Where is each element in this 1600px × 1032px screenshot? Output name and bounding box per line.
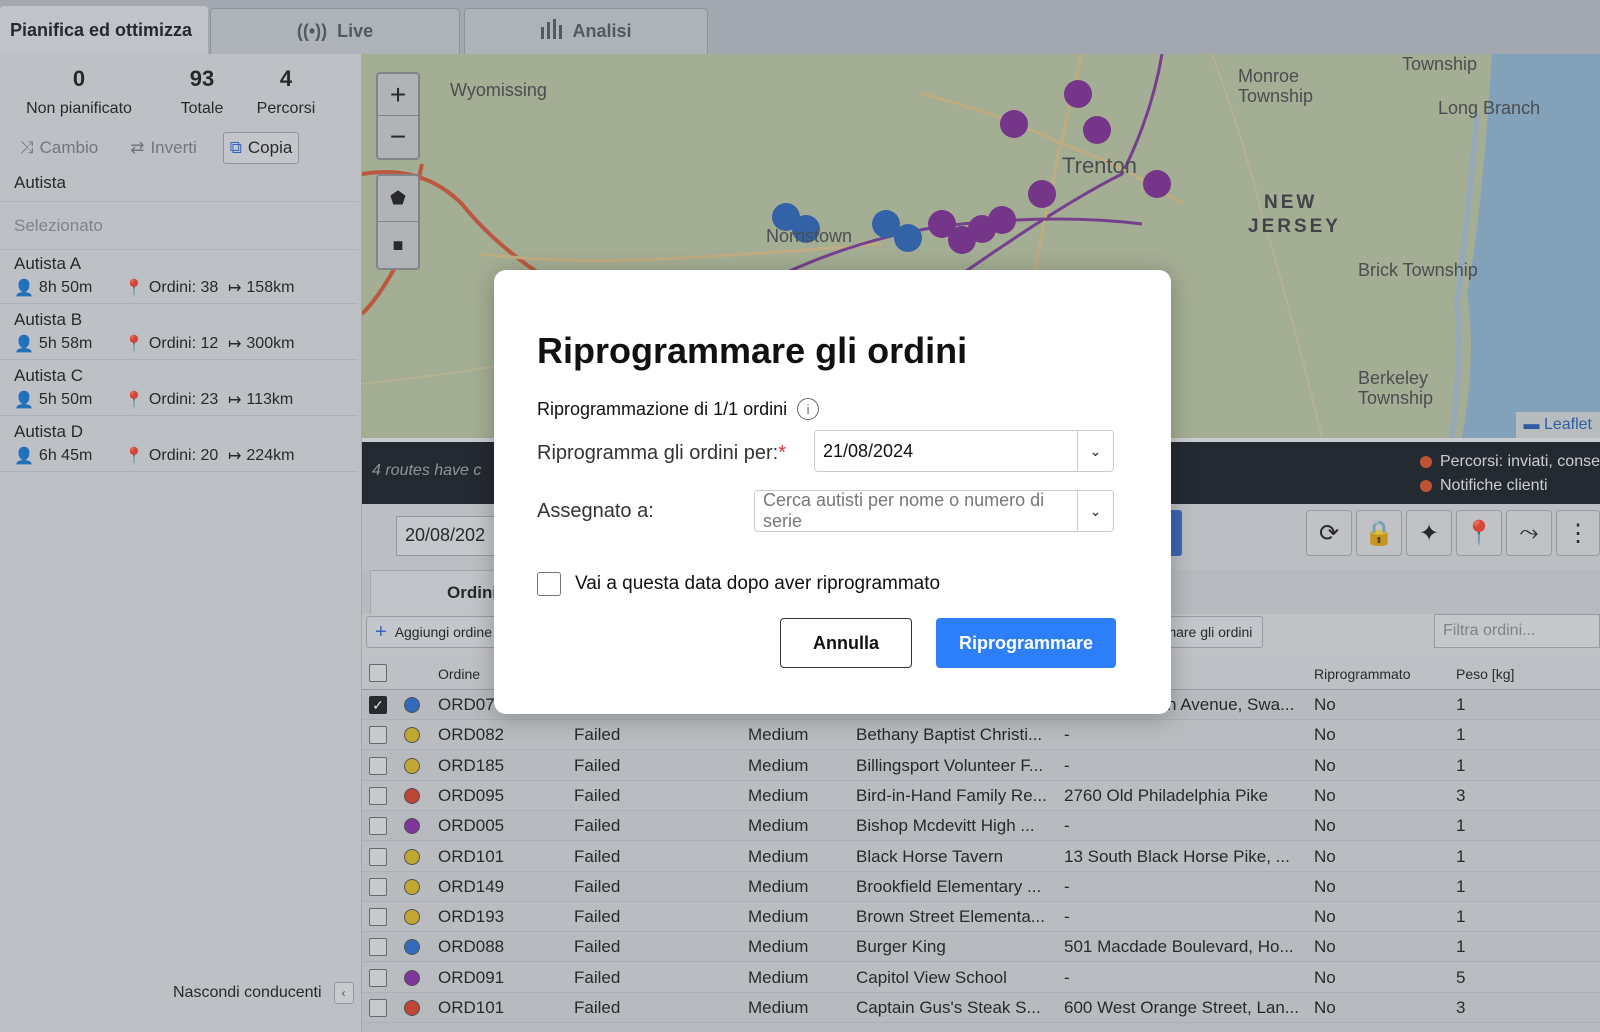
assign-driver-select[interactable]: Cerca autisti per nome o numero di serie… <box>754 490 1114 532</box>
chevron-down-icon[interactable]: ⌄ <box>1077 431 1113 471</box>
dialog-subtitle: Riprogrammazione di 1/1 ordini i <box>537 398 820 420</box>
reschedule-date-select[interactable]: 21/08/2024 ⌄ <box>814 430 1114 472</box>
goto-date-checkbox-row[interactable]: Vai a questa data dopo aver riprogrammat… <box>537 572 940 596</box>
date-field-label: Riprogramma gli ordini per:* <box>537 442 786 464</box>
cancel-button[interactable]: Annulla <box>780 618 912 668</box>
reschedule-confirm-button[interactable]: Riprogrammare <box>936 618 1116 668</box>
chevron-down-icon[interactable]: ⌄ <box>1077 491 1113 531</box>
assign-field-label: Assegnato a: <box>537 500 654 522</box>
dialog-title: Riprogrammare gli ordini <box>537 330 968 371</box>
info-icon[interactable]: i <box>797 398 820 420</box>
goto-date-checkbox[interactable] <box>537 572 561 596</box>
reschedule-dialog: Riprogrammare gli ordini Riprogrammazion… <box>494 270 1171 714</box>
